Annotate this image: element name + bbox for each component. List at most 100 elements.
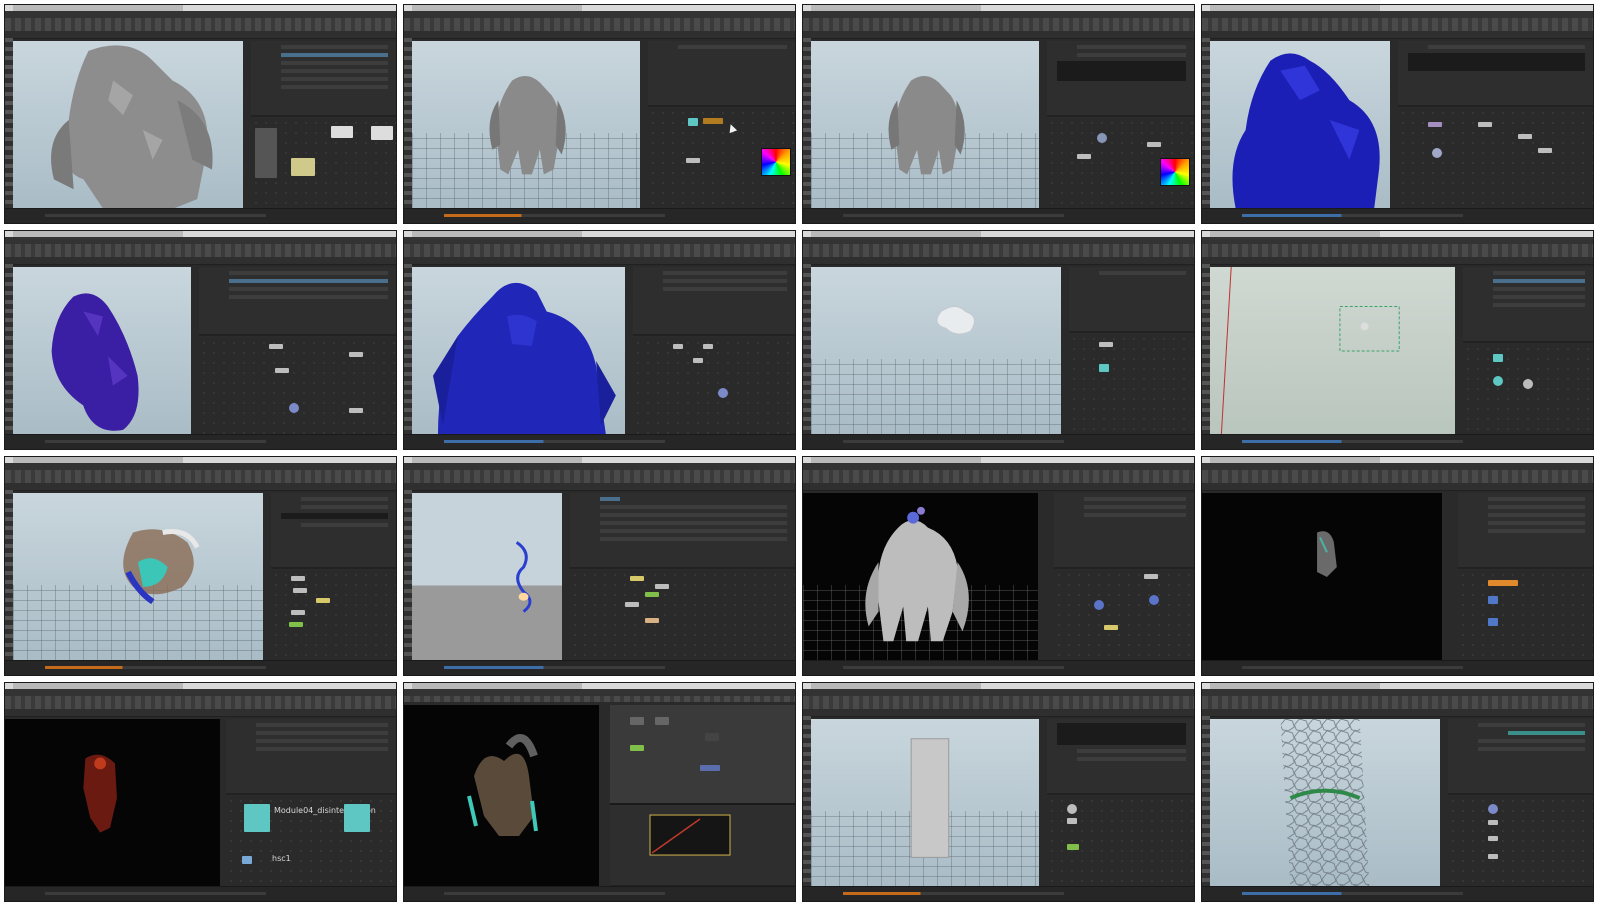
shelf-toolbar[interactable] <box>803 696 1194 709</box>
pane-tabs[interactable] <box>404 31 795 39</box>
network-view[interactable] <box>1054 570 1194 661</box>
node[interactable] <box>1488 854 1498 860</box>
pane-tabs[interactable] <box>404 257 795 265</box>
node[interactable] <box>1077 154 1091 160</box>
shelf-toolbar[interactable] <box>404 470 795 483</box>
playbar[interactable] <box>5 886 396 901</box>
node[interactable] <box>1097 133 1107 144</box>
node[interactable] <box>630 576 644 582</box>
node[interactable] <box>1149 595 1159 606</box>
node[interactable] <box>625 602 639 608</box>
comp-viewer[interactable] <box>404 705 599 887</box>
node[interactable] <box>655 717 669 725</box>
node[interactable] <box>1104 625 1118 631</box>
network-view[interactable]: Module04_disintergration hsc1 <box>226 796 396 887</box>
node[interactable] <box>344 804 370 833</box>
viewport-tools[interactable] <box>404 38 412 209</box>
network-view[interactable] <box>1047 118 1194 209</box>
module-node[interactable] <box>244 804 270 833</box>
node[interactable] <box>289 622 303 628</box>
color-palette[interactable] <box>1160 158 1190 187</box>
node[interactable] <box>1488 804 1498 815</box>
viewport-tools[interactable] <box>5 264 13 435</box>
pane-tabs[interactable] <box>5 483 396 491</box>
node[interactable] <box>316 598 330 604</box>
playbar[interactable] <box>404 660 795 675</box>
node[interactable] <box>673 343 683 349</box>
toolbar[interactable] <box>404 696 795 702</box>
network-view[interactable] <box>1047 796 1194 887</box>
viewport-tools[interactable] <box>1202 264 1210 435</box>
playbar[interactable] <box>803 434 1194 449</box>
parameter-pane[interactable] <box>1448 719 1593 795</box>
color-palette[interactable] <box>761 148 791 177</box>
node[interactable] <box>630 717 644 725</box>
playbar[interactable] <box>1202 886 1593 901</box>
network-view[interactable] <box>199 337 396 435</box>
parameter-pane[interactable] <box>633 267 795 337</box>
playbar[interactable] <box>404 208 795 223</box>
parameter-pane[interactable] <box>1047 719 1194 795</box>
curve-editor[interactable] <box>610 802 795 887</box>
node[interactable] <box>688 118 698 127</box>
playbar[interactable] <box>803 208 1194 223</box>
render-view[interactable] <box>1202 493 1442 661</box>
node[interactable] <box>291 158 315 177</box>
render-view[interactable] <box>5 719 220 887</box>
parameter-pane[interactable] <box>1069 267 1194 333</box>
network-view[interactable] <box>1398 108 1593 209</box>
pane-tabs[interactable] <box>803 257 1194 265</box>
parameter-pane[interactable] <box>1463 267 1593 343</box>
network-view[interactable] <box>1069 334 1194 435</box>
hsc-node[interactable] <box>242 856 252 865</box>
network-view[interactable] <box>570 570 795 661</box>
pane-tabs[interactable] <box>803 709 1194 717</box>
pane-tabs[interactable] <box>1202 31 1593 39</box>
node[interactable] <box>1488 836 1498 842</box>
node[interactable] <box>700 765 720 771</box>
playbar[interactable] <box>404 434 795 449</box>
shelf-toolbar[interactable] <box>5 244 396 257</box>
node[interactable] <box>1488 580 1518 587</box>
node[interactable] <box>645 592 659 598</box>
node[interactable] <box>705 733 719 741</box>
pane-tabs[interactable] <box>1202 483 1593 491</box>
curve-graph[interactable] <box>610 805 795 885</box>
shelf-toolbar[interactable] <box>404 18 795 31</box>
node[interactable] <box>1488 820 1498 826</box>
node[interactable] <box>293 588 307 594</box>
viewport-tools[interactable] <box>404 490 412 661</box>
playbar[interactable] <box>5 208 396 223</box>
node[interactable] <box>693 357 703 363</box>
node[interactable] <box>718 387 728 398</box>
node[interactable] <box>1147 142 1161 148</box>
shelf-toolbar[interactable] <box>803 470 1194 483</box>
node[interactable] <box>291 576 305 582</box>
shelf-toolbar[interactable] <box>1202 18 1593 31</box>
shelf-toolbar[interactable] <box>803 244 1194 257</box>
node[interactable] <box>371 126 393 141</box>
playbar[interactable] <box>1202 208 1593 223</box>
pane-tabs[interactable] <box>803 483 1194 491</box>
scene-viewport[interactable] <box>13 493 263 661</box>
viewport-tools[interactable] <box>5 38 13 209</box>
network-view[interactable] <box>1448 796 1593 887</box>
network-view[interactable] <box>251 118 396 209</box>
node[interactable] <box>655 584 669 590</box>
viewport-tools[interactable] <box>803 38 811 209</box>
node[interactable] <box>1428 122 1442 128</box>
shelf-toolbar[interactable] <box>5 470 396 483</box>
viewport-tools[interactable] <box>404 264 412 435</box>
parameter-pane[interactable] <box>570 493 795 569</box>
network-view[interactable] <box>1463 344 1593 435</box>
scene-viewport[interactable] <box>803 493 1038 661</box>
playbar[interactable] <box>5 660 396 675</box>
parameter-pane[interactable] <box>271 493 396 569</box>
node[interactable] <box>686 158 700 164</box>
node[interactable] <box>289 402 299 413</box>
parameter-pane[interactable] <box>199 267 396 337</box>
scene-viewport[interactable] <box>811 267 1061 435</box>
node[interactable] <box>1518 134 1532 140</box>
parameter-pane[interactable] <box>1054 493 1194 569</box>
scene-viewport[interactable] <box>412 493 562 661</box>
